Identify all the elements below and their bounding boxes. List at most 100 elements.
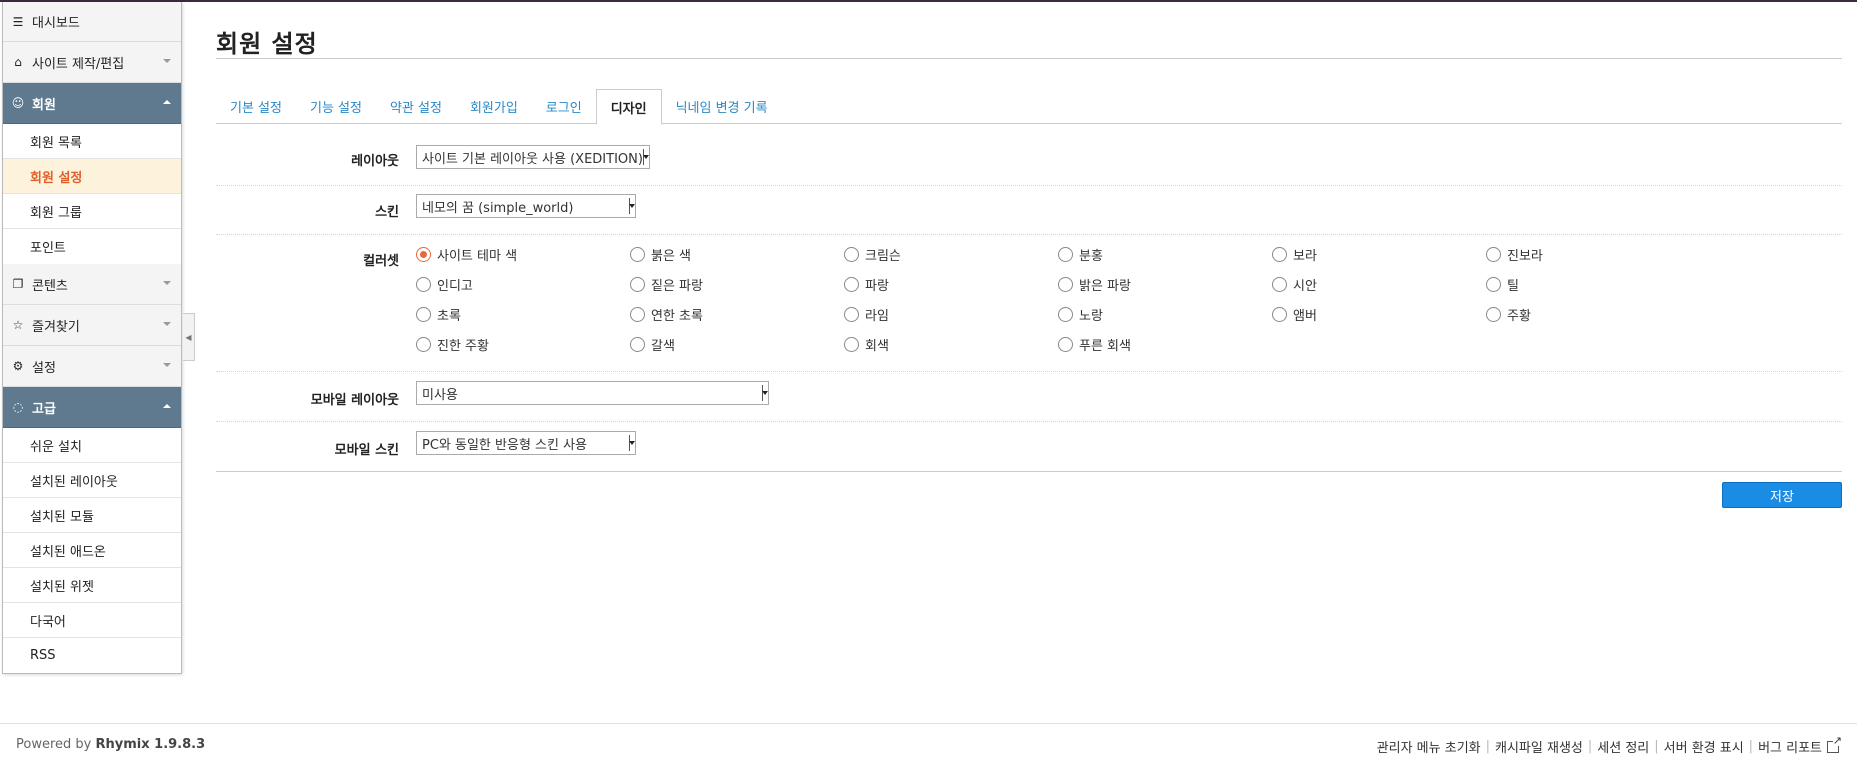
colorset-radio-label: 푸른 회색: [1079, 339, 1131, 354]
footer-separator: |: [1654, 739, 1659, 754]
admin-sidebar: ☰ 대시보드 ⌂ 사이트 제작/편집 ☺ 회원 회원 목록 회원 설정 회원 그…: [2, 2, 182, 674]
sidebar-item-content[interactable]: ❐ 콘텐츠: [3, 264, 181, 305]
powered-by-brand[interactable]: Rhymix 1.9.8.3: [96, 737, 206, 752]
layout-select[interactable]: 사이트 기본 레이아웃 사용 (XEDITION): [416, 145, 650, 169]
sidebar-item-member[interactable]: ☺ 회원: [3, 83, 181, 124]
colorset-radio[interactable]: 짙은 파랑: [630, 275, 703, 294]
radio-circle-icon: [1272, 307, 1287, 322]
colorset-radio-label: 회색: [865, 339, 889, 354]
sidebar-item-label: 설정: [32, 360, 56, 376]
colorset-radio[interactable]: 사이트 테마 색: [416, 245, 517, 264]
sidebar-subitem-installed-addons[interactable]: 설치된 애드온: [3, 533, 181, 568]
colorset-radio-label: 틸: [1507, 279, 1519, 294]
footer-link-regenerate-cache[interactable]: 캐시파일 재생성: [1495, 737, 1583, 756]
layout-label: 레이아웃: [351, 154, 399, 169]
sidebar-item-settings[interactable]: ⚙ 설정: [3, 346, 181, 387]
footer-link-server-env[interactable]: 서버 환경 표시: [1664, 737, 1744, 756]
chevron-down-icon: [163, 322, 171, 326]
sidebar-item-label: 회원: [32, 97, 56, 113]
sidebar-subitem-easy-install[interactable]: 쉬운 설치: [3, 428, 181, 463]
footer-link-reset-admin-menu[interactable]: 관리자 메뉴 초기화: [1377, 737, 1481, 756]
radio-circle-icon: [1272, 247, 1287, 262]
sidebar-item-advanced[interactable]: ◌ 고급: [3, 387, 181, 428]
sidebar-item-site-edit[interactable]: ⌂ 사이트 제작/편집: [3, 42, 181, 83]
radio-circle-icon: [416, 307, 431, 322]
save-button[interactable]: 저장: [1722, 482, 1842, 508]
member-submenu: 회원 목록 회원 설정 회원 그룹 포인트: [3, 124, 181, 264]
colorset-radio-label: 앰버: [1293, 309, 1317, 324]
tab-feature-settings[interactable]: 기능 설정: [296, 89, 376, 124]
sidebar-item-dashboard[interactable]: ☰ 대시보드: [3, 2, 181, 42]
colorset-label: 컬러셋: [363, 254, 399, 269]
sidebar-subitem-installed-widgets[interactable]: 설치된 위젯: [3, 568, 181, 603]
colorset-radio[interactable]: 틸: [1486, 275, 1519, 294]
external-link-icon: [1827, 734, 1842, 753]
sidebar-subitem-installed-modules[interactable]: 설치된 모듈: [3, 498, 181, 533]
chevron-down-icon: [163, 59, 171, 63]
colorset-radio[interactable]: 주황: [1486, 305, 1531, 324]
colorset-radio[interactable]: 붉은 색: [630, 245, 691, 264]
colorset-radio[interactable]: 회색: [844, 335, 889, 354]
skin-select-value: 네모의 꿈 (simple_world): [422, 200, 574, 216]
colorset-radio-label: 파랑: [865, 279, 889, 294]
skin-select[interactable]: 네모의 꿈 (simple_world): [416, 194, 636, 218]
layout-select-value: 사이트 기본 레이아웃 사용 (XEDITION): [422, 151, 643, 167]
colorset-radio[interactable]: 진보라: [1486, 245, 1543, 264]
colorset-radio[interactable]: 크림슨: [844, 245, 901, 264]
sidebar-collapse-button[interactable]: ◀: [183, 313, 195, 361]
colorset-radio[interactable]: 앰버: [1272, 305, 1317, 324]
mobile-skin-select[interactable]: PC와 동일한 반응형 스킨 사용: [416, 431, 636, 455]
tab-signup[interactable]: 회원가입: [456, 89, 532, 124]
sidebar-item-label: 고급: [32, 401, 56, 417]
chevron-down-icon: [629, 198, 634, 214]
mobile-layout-select[interactable]: 미사용: [416, 381, 769, 405]
sidebar-subitem-member-groups[interactable]: 회원 그룹: [3, 194, 181, 229]
colorset-radio[interactable]: 진한 주황: [416, 335, 489, 354]
radio-circle-icon: [1486, 307, 1501, 322]
radio-circle-icon: [416, 277, 431, 292]
radio-circle-icon: [1486, 247, 1501, 262]
colorset-radio-label: 분홍: [1079, 249, 1103, 264]
colorset-radio[interactable]: 노랑: [1058, 305, 1103, 324]
tab-basic-settings[interactable]: 기본 설정: [216, 89, 296, 124]
mobile-layout-row: 모바일 레이아웃 미사용: [216, 372, 1842, 422]
colorset-radio-label: 주황: [1507, 309, 1531, 324]
tab-nickname-history[interactable]: 닉네임 변경 기록: [662, 89, 782, 124]
colorset-radio-label: 라임: [865, 309, 889, 324]
colorset-radio[interactable]: 라임: [844, 305, 889, 324]
footer-link-bug-report[interactable]: 버그 리포트: [1758, 737, 1822, 756]
radio-circle-icon: [1486, 277, 1501, 292]
colorset-radio[interactable]: 푸른 회색: [1058, 335, 1131, 354]
sidebar-item-favorites[interactable]: ☆ 즐겨찾기: [3, 305, 181, 346]
colorset-radio[interactable]: 갈색: [630, 335, 675, 354]
footer-separator: |: [1748, 739, 1754, 754]
radio-circle-icon: [416, 247, 431, 262]
sidebar-item-label: 사이트 제작/편집: [32, 56, 125, 72]
chevron-up-icon: [163, 100, 171, 104]
colorset-radio[interactable]: 밝은 파랑: [1058, 275, 1131, 294]
colorset-radio[interactable]: 연한 초록: [630, 305, 703, 324]
colorset-radio-label: 짙은 파랑: [651, 279, 703, 294]
footer-separator: |: [1485, 739, 1491, 754]
sidebar-subitem-rss[interactable]: RSS: [3, 638, 181, 673]
sidebar-subitem-installed-layouts[interactable]: 설치된 레이아웃: [3, 463, 181, 498]
colorset-radio[interactable]: 시안: [1272, 275, 1317, 294]
colorset-radio-label: 인디고: [437, 279, 473, 294]
colorset-radio-label: 진한 주황: [437, 339, 489, 354]
sidebar-subitem-points[interactable]: 포인트: [3, 229, 181, 264]
colorset-radio[interactable]: 분홍: [1058, 245, 1103, 264]
colorset-radio[interactable]: 인디고: [416, 275, 473, 294]
footer-link-clean-sessions[interactable]: 세션 정리: [1597, 737, 1649, 756]
sidebar-item-label: 즐겨찾기: [32, 319, 80, 335]
tab-login[interactable]: 로그인: [532, 89, 596, 124]
menu-icon: ☰: [12, 14, 24, 29]
tab-terms-settings[interactable]: 약관 설정: [376, 89, 456, 124]
tab-design[interactable]: 디자인: [595, 89, 662, 125]
colorset-radio[interactable]: 파랑: [844, 275, 889, 294]
sidebar-subitem-multilingual[interactable]: 다국어: [3, 603, 181, 638]
colorset-radio[interactable]: 보라: [1272, 245, 1317, 264]
mobile-skin-select-value: PC와 동일한 반응형 스킨 사용: [422, 437, 588, 453]
sidebar-subitem-member-settings[interactable]: 회원 설정: [3, 159, 181, 194]
colorset-radio[interactable]: 초록: [416, 305, 461, 324]
sidebar-subitem-member-list[interactable]: 회원 목록: [3, 124, 181, 159]
